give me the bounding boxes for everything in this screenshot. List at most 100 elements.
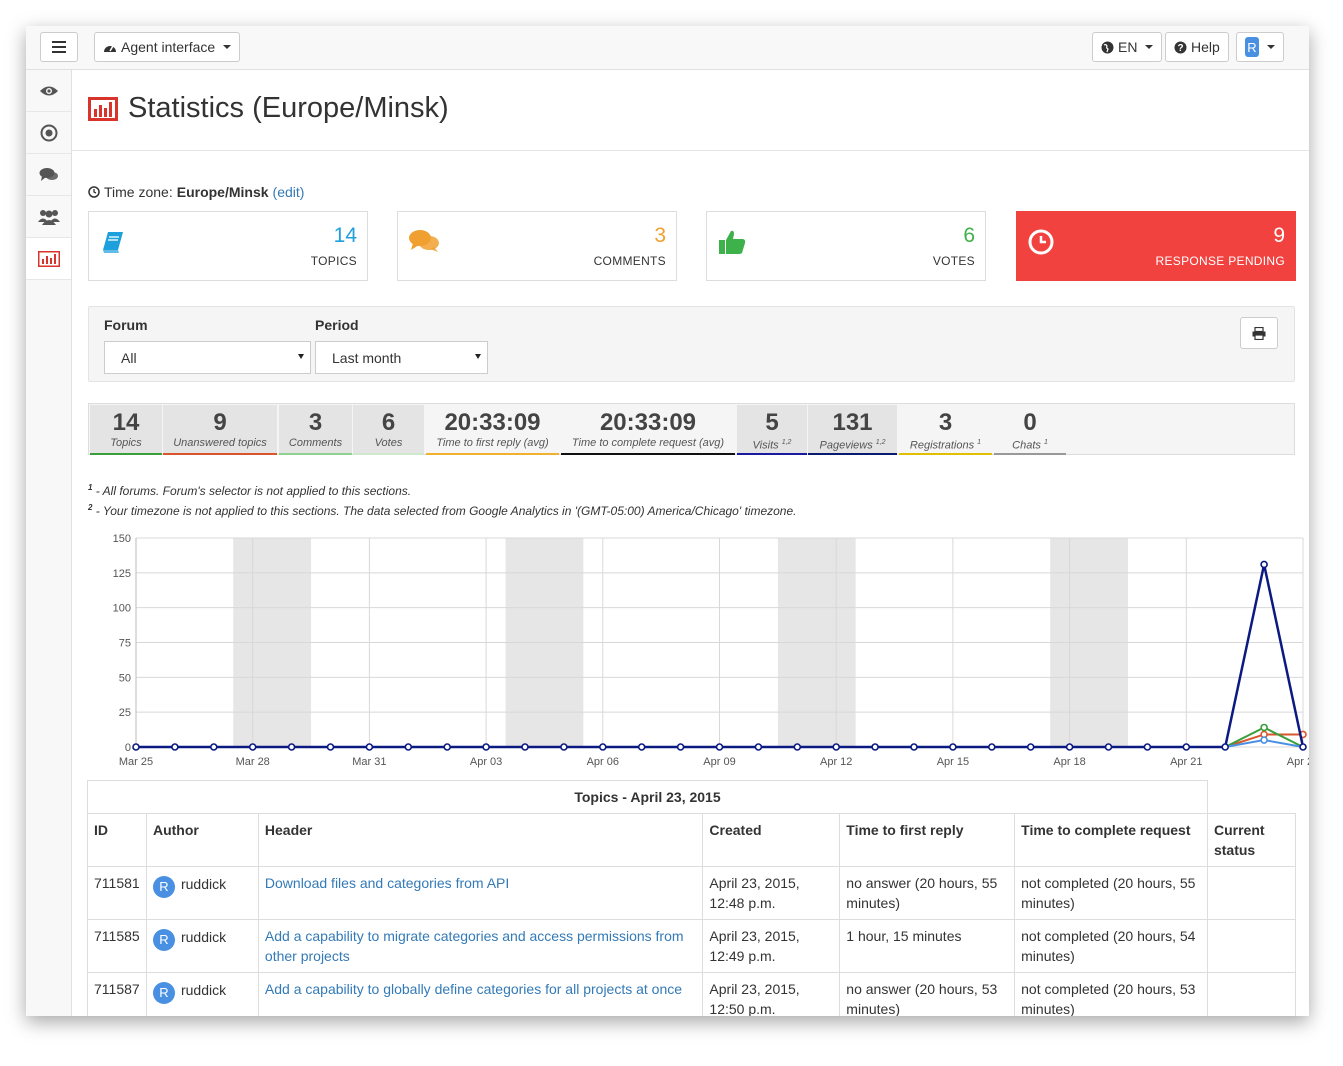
metric-value: 9 bbox=[213, 409, 227, 436]
x-tick-label: Mar 25 bbox=[119, 756, 153, 768]
topic-link[interactable]: Add a capability to migrate categories a… bbox=[265, 928, 684, 964]
metrics-strip: 14 Topics 9 Unanswered topics 3 Comments… bbox=[88, 403, 1295, 455]
topics-table: Topics - April 23, 2015 ID Author Header… bbox=[87, 780, 1297, 1016]
avatar: R bbox=[152, 982, 175, 1004]
print-button[interactable] bbox=[1240, 317, 1278, 349]
user-menu-dropdown[interactable]: R bbox=[1236, 32, 1284, 62]
y-tick-label: 125 bbox=[113, 568, 131, 580]
data-point bbox=[754, 743, 763, 751]
x-tick-label: Apr 18 bbox=[1053, 756, 1085, 768]
stat-box-topics: 14 TOPICS bbox=[88, 211, 368, 281]
period-select[interactable]: Last month bbox=[315, 341, 488, 374]
metric-color-bar bbox=[279, 453, 352, 455]
metric-label: Votes bbox=[374, 437, 403, 449]
table-caption: Topics - April 23, 2015 bbox=[87, 780, 1208, 814]
data-point bbox=[1299, 743, 1307, 751]
data-point bbox=[248, 743, 257, 751]
y-tick-label: 100 bbox=[113, 603, 131, 615]
globe-icon bbox=[1101, 41, 1114, 53]
metric-label: Comments bbox=[288, 437, 343, 449]
timezone-edit-link[interactable]: (edit) bbox=[273, 184, 305, 200]
metric-chats[interactable]: 0 Chats 1 bbox=[994, 405, 1066, 455]
chevron-down-icon bbox=[223, 45, 232, 49]
metric-value: 0 bbox=[1023, 409, 1037, 436]
metric-color-bar bbox=[353, 453, 424, 455]
metric-value: 6 bbox=[381, 409, 396, 436]
avatar: R bbox=[152, 929, 175, 951]
sidebar-item-watch[interactable] bbox=[26, 70, 71, 112]
comments-icon bbox=[39, 167, 58, 181]
dot-circle-icon bbox=[40, 124, 57, 141]
data-point bbox=[521, 743, 529, 751]
cell-author: Rruddick bbox=[145, 919, 259, 973]
metric-registrations[interactable]: 3 Registrations 1 bbox=[899, 405, 992, 455]
help-button[interactable]: ? Help bbox=[1165, 32, 1229, 62]
data-point bbox=[132, 743, 140, 751]
stat-votes-label: VOTES bbox=[932, 254, 975, 268]
period-select-value: Last month bbox=[332, 350, 402, 366]
stat-topics-value: 14 bbox=[333, 224, 357, 247]
sidebar-item-target[interactable] bbox=[26, 112, 71, 154]
forum-label: Forum bbox=[104, 317, 148, 333]
author-name[interactable]: ruddick bbox=[181, 876, 226, 892]
metric-unanswered-topics[interactable]: 9 Unanswered topics bbox=[163, 405, 277, 455]
left-sidebar bbox=[26, 70, 72, 1016]
y-tick-label: 50 bbox=[119, 672, 131, 684]
question-circle-icon: ? bbox=[1174, 41, 1187, 54]
data-point bbox=[210, 743, 218, 751]
data-point bbox=[1260, 736, 1268, 744]
cell-created: April 23, 2015, 12:50 p.m. bbox=[702, 972, 841, 1016]
topic-link[interactable]: Download files and categories from API bbox=[265, 875, 509, 891]
data-point bbox=[443, 743, 452, 751]
sidebar-item-users[interactable] bbox=[26, 196, 71, 238]
footnote-2: 2 - Your timezone is not applied to this… bbox=[88, 503, 797, 518]
column-header-author[interactable]: Author bbox=[145, 813, 259, 867]
period-label: Period bbox=[315, 317, 359, 333]
column-header-complete[interactable]: Time to complete request bbox=[1014, 813, 1208, 867]
metric-time-complete[interactable]: 20:33:09 Time to complete request (avg) bbox=[561, 405, 735, 455]
cell-complete: not completed (20 hours, 53 minutes) bbox=[1014, 972, 1208, 1016]
column-header-header[interactable]: Header bbox=[257, 813, 704, 867]
data-point bbox=[676, 743, 685, 751]
metric-topics[interactable]: 14 Topics bbox=[90, 405, 162, 455]
chevron-down-icon bbox=[1145, 45, 1154, 49]
topic-link[interactable]: Add a capability to globally define cate… bbox=[265, 981, 682, 997]
language-dropdown[interactable]: EN bbox=[1092, 32, 1163, 62]
stat-topics-label: TOPICS bbox=[310, 254, 357, 268]
cell-created: April 23, 2015, 12:48 p.m. bbox=[702, 866, 841, 920]
y-tick-label: 25 bbox=[119, 707, 131, 719]
column-header-id[interactable]: ID bbox=[87, 813, 147, 867]
metric-votes[interactable]: 6 Votes bbox=[353, 405, 424, 455]
author-name[interactable]: ruddick bbox=[181, 929, 226, 945]
sidebar-item-statistics[interactable] bbox=[26, 238, 71, 280]
hamburger-icon bbox=[52, 41, 66, 53]
cell-complete: not completed (20 hours, 55 minutes) bbox=[1014, 866, 1208, 920]
agent-interface-dropdown[interactable]: Agent interface bbox=[94, 32, 241, 62]
user-avatar: R bbox=[1245, 37, 1259, 57]
menu-toggle-button[interactable] bbox=[40, 32, 78, 62]
metric-label: Unanswered topics bbox=[173, 437, 267, 449]
column-header-first-reply[interactable]: Time to first reply bbox=[839, 813, 1016, 867]
column-header-created[interactable]: Created bbox=[702, 813, 841, 867]
column-header-status[interactable]: Current status bbox=[1206, 813, 1297, 867]
x-tick-label: Mar 31 bbox=[352, 756, 386, 768]
forum-select[interactable]: All bbox=[104, 341, 311, 374]
chevron-down-icon bbox=[1267, 45, 1275, 49]
metric-footnote-ref: 1,2 bbox=[875, 439, 886, 446]
metric-pageviews[interactable]: 131 Pageviews 1,2 bbox=[808, 405, 897, 455]
metric-time-first-reply[interactable]: 20:33:09 Time to first reply (avg) bbox=[426, 405, 559, 455]
metric-visits[interactable]: 5 Visits 1,2 bbox=[737, 405, 807, 455]
x-tick-label: Apr 03 bbox=[470, 756, 502, 768]
comments-icon bbox=[409, 230, 439, 252]
metric-comments[interactable]: 3 Comments bbox=[279, 405, 352, 455]
stat-comments-label: COMMENTS bbox=[593, 254, 666, 268]
stat-box-comments: 3 COMMENTS bbox=[397, 211, 677, 281]
metric-label: Time to first reply (avg) bbox=[436, 437, 549, 449]
metric-label: Pageviews 1,2 bbox=[819, 439, 886, 452]
metric-value: 14 bbox=[112, 409, 140, 436]
metric-label: Visits 1,2 bbox=[752, 439, 792, 452]
author-name[interactable]: ruddick bbox=[181, 982, 226, 998]
sidebar-item-comments[interactable] bbox=[26, 154, 71, 196]
avatar: R bbox=[152, 876, 175, 898]
metric-value: 20:33:09 bbox=[599, 409, 697, 436]
